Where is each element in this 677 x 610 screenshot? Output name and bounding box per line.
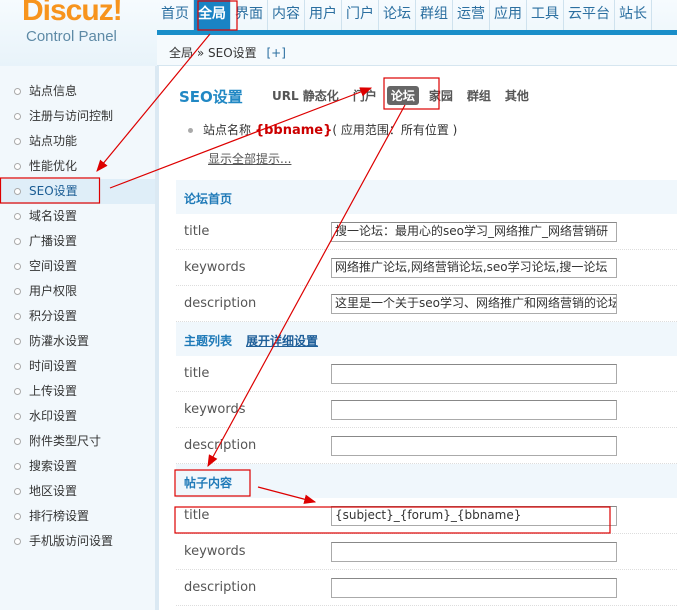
field-label: title	[184, 508, 210, 523]
section-header: 主题列表 展开详细设置	[176, 322, 677, 356]
discuz-logo: Discuz!	[22, 0, 123, 27]
nav-item-0[interactable]: 首页	[157, 0, 194, 30]
breadcrumb-root[interactable]: 全局	[169, 46, 193, 60]
field-label: title	[184, 366, 210, 381]
field-label: keywords	[184, 544, 246, 559]
form-row: keywords 网络推广论坛,网络营销论坛,seo学习论坛,搜一论坛	[176, 250, 677, 286]
expand-settings-link[interactable]: 展开详细设置	[246, 334, 318, 348]
sidebar-item-11[interactable]: 时间设置	[0, 354, 155, 379]
field-label: description	[184, 580, 257, 595]
form-row: description 这里是一个关于seo学习、网络推广和网络营销的论坛	[176, 286, 677, 322]
field-label: title	[184, 224, 210, 239]
nav-item-9[interactable]: 应用	[490, 0, 527, 30]
breadcrumb: 全局 » SEO设置 [+]	[157, 35, 677, 66]
sidebar-item-9[interactable]: 积分设置	[0, 304, 155, 329]
tip-scope: ( 应用范围：所有位置 )	[332, 123, 458, 137]
tip-line: 站点名称 {bbname}( 应用范围：所有位置 )	[188, 121, 457, 138]
nav-item-4[interactable]: 用户	[305, 0, 342, 30]
sidebar-item-8[interactable]: 用户权限	[0, 279, 155, 304]
sidebar-item-13[interactable]: 水印设置	[0, 404, 155, 429]
show-all-tips-link[interactable]: 显示全部提示...	[208, 150, 291, 167]
field-label: keywords	[184, 402, 246, 417]
seo-tabs: URL 静态化 门户 论坛 家园 群组 其他	[268, 86, 533, 105]
sidebar: 站点信息 注册与访问控制 站点功能 性能优化 SEO设置 域名设置 广播设置 空间设置 用户权限…	[0, 66, 155, 610]
sidebar-item-5[interactable]: 域名设置	[0, 204, 155, 229]
add-shortcut-button[interactable]: [+]	[267, 46, 286, 60]
nav-item-6[interactable]: 论坛	[379, 0, 416, 30]
form-row: title {subject}_{forum}_{bbname}	[176, 498, 677, 534]
sidebar-border	[155, 66, 159, 610]
nav-item-12[interactable]: 站长	[615, 0, 652, 30]
logo-subtitle: Control Panel	[26, 28, 117, 45]
nav-item-7[interactable]: 群组	[416, 0, 453, 30]
form-row: description	[176, 570, 677, 606]
seo-keywords-input[interactable]	[331, 400, 617, 420]
tip-variable: {bbname}	[254, 123, 333, 138]
seo-keywords-input[interactable]	[331, 542, 617, 562]
nav-item-5[interactable]: 门户	[342, 0, 379, 30]
sidebar-item-12[interactable]: 上传设置	[0, 379, 155, 404]
tab-4[interactable]: 群组	[463, 86, 495, 105]
section-title: 帖子内容	[184, 476, 233, 490]
tab-0[interactable]: URL 静态化	[268, 86, 343, 105]
form-row: description	[176, 428, 677, 464]
tab-3[interactable]: 家园	[425, 86, 457, 105]
sidebar-item-16[interactable]: 地区设置	[0, 479, 155, 504]
bullet-icon	[188, 128, 193, 133]
field-label: keywords	[184, 260, 246, 275]
sidebar-item-17[interactable]: 排行榜设置	[0, 504, 155, 529]
nav-item-11[interactable]: 云平台	[564, 0, 615, 30]
sidebar-item-15[interactable]: 搜索设置	[0, 454, 155, 479]
seo-title-input[interactable]: {subject}_{forum}_{bbname}	[331, 506, 617, 526]
main-content: SEO设置 URL 静态化 门户 论坛 家园 群组 其他 站点名称 {bbname}( 应…	[162, 66, 677, 610]
sidebar-item-2[interactable]: 站点功能	[0, 129, 155, 154]
tab-2[interactable]: 论坛	[386, 86, 419, 105]
field-label: description	[184, 296, 257, 311]
section-header: 论坛首页	[176, 180, 677, 214]
breadcrumb-current: SEO设置	[208, 46, 257, 60]
form-row: keywords	[176, 534, 677, 570]
seo-description-input[interactable]	[331, 578, 617, 598]
nav-item-1[interactable]: 全局	[194, 0, 231, 30]
seo-title-input[interactable]: 搜一论坛：最用心的seo学习_网络推广_网络营销研	[331, 222, 617, 242]
field-label: description	[184, 438, 257, 453]
nav-item-3[interactable]: 内容	[268, 0, 305, 30]
tab-1[interactable]: 门户	[349, 86, 381, 105]
sidebar-item-4[interactable]: SEO设置	[0, 179, 155, 204]
breadcrumb-sep: »	[196, 46, 205, 60]
sidebar-item-1[interactable]: 注册与访问控制	[0, 104, 155, 129]
section-header: 帖子内容	[176, 464, 677, 498]
section-title: 论坛首页	[184, 192, 233, 206]
sidebar-item-7[interactable]: 空间设置	[0, 254, 155, 279]
top-nav: 首页 全局 界面 内容 用户 门户 论坛 群组 运营 应用 工具 云平台 站长	[157, 0, 652, 30]
form-row: title 搜一论坛：最用心的seo学习_网络推广_网络营销研	[176, 214, 677, 250]
sidebar-item-18[interactable]: 手机版访问设置	[0, 529, 155, 554]
seo-keywords-input[interactable]: 网络推广论坛,网络营销论坛,seo学习论坛,搜一论坛	[331, 258, 617, 278]
page-title: SEO设置	[179, 88, 243, 106]
seo-description-input[interactable]	[331, 436, 617, 456]
seo-title-input[interactable]	[331, 364, 617, 384]
seo-description-input[interactable]: 这里是一个关于seo学习、网络推广和网络营销的论坛	[331, 294, 617, 314]
sidebar-item-10[interactable]: 防灌水设置	[0, 329, 155, 354]
form-row: title	[176, 356, 677, 392]
section-title: 主题列表	[184, 334, 233, 348]
sidebar-item-3[interactable]: 性能优化	[0, 154, 155, 179]
nav-item-2[interactable]: 界面	[231, 0, 268, 30]
sidebar-item-14[interactable]: 附件类型尺寸	[0, 429, 155, 454]
sidebar-item-0[interactable]: 站点信息	[0, 79, 155, 104]
nav-item-10[interactable]: 工具	[527, 0, 564, 30]
sidebar-item-6[interactable]: 广播设置	[0, 229, 155, 254]
tip-label: 站点名称	[203, 123, 252, 137]
form-row: keywords	[176, 392, 677, 428]
nav-item-8[interactable]: 运营	[453, 0, 490, 30]
tab-5[interactable]: 其他	[501, 86, 533, 105]
